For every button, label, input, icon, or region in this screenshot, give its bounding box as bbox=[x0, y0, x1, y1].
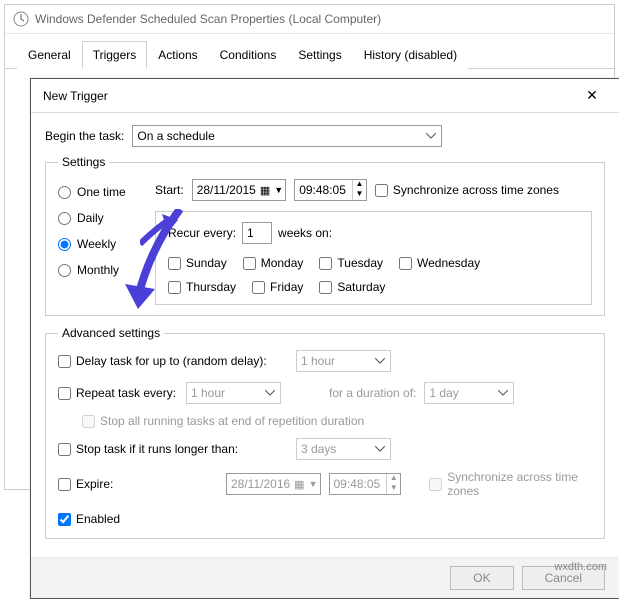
day-sunday[interactable]: Sunday bbox=[168, 256, 227, 270]
day-tuesday[interactable]: Tuesday bbox=[319, 256, 383, 270]
repeat-value-select[interactable]: 1 hour bbox=[186, 382, 281, 404]
tab-actions[interactable]: Actions bbox=[147, 41, 208, 69]
stop-all-checkbox[interactable]: Stop all running tasks at end of repetit… bbox=[82, 414, 364, 428]
advanced-legend: Advanced settings bbox=[58, 326, 164, 340]
begin-task-select[interactable]: On a schedule bbox=[132, 125, 442, 147]
start-time-picker[interactable]: 09:48:05 ▲▼ bbox=[294, 179, 367, 201]
calendar-icon: ▦ bbox=[294, 478, 304, 491]
expire-date-picker[interactable]: 28/11/2016 ▦ ▼ bbox=[226, 473, 321, 495]
day-monday[interactable]: Monday bbox=[243, 256, 304, 270]
tab-settings[interactable]: Settings bbox=[287, 41, 352, 69]
enabled-checkbox[interactable]: Enabled bbox=[58, 512, 218, 526]
settings-fieldset: Settings One time Daily Weekly Monthly S… bbox=[45, 155, 605, 316]
begin-task-label: Begin the task: bbox=[45, 129, 124, 143]
sync-timezones-checkbox[interactable]: Synchronize across time zones bbox=[375, 183, 559, 197]
close-icon[interactable]: ✕ bbox=[577, 87, 607, 104]
radio-one-time[interactable]: One time bbox=[58, 185, 143, 199]
clock-icon bbox=[13, 11, 29, 27]
new-trigger-dialog: New Trigger ✕ Begin the task: On a sched… bbox=[30, 78, 619, 599]
delay-value-select[interactable]: 1 hour bbox=[296, 350, 391, 372]
recur-suffix: weeks on: bbox=[278, 226, 332, 240]
time-spinner[interactable]: ▲▼ bbox=[352, 180, 366, 200]
duration-value-select[interactable]: 1 day bbox=[424, 382, 514, 404]
tab-general[interactable]: General bbox=[17, 41, 82, 69]
recur-box: Recur every: weeks on: Sunday Monday Tue… bbox=[155, 211, 592, 305]
duration-label: for a duration of: bbox=[329, 386, 416, 400]
repeat-checkbox[interactable]: Repeat task every: bbox=[58, 386, 178, 400]
chevron-down-icon: ▼ bbox=[309, 479, 318, 489]
time-spinner[interactable]: ▲▼ bbox=[386, 474, 400, 494]
expire-time-picker[interactable]: 09:48:05 ▲▼ bbox=[329, 473, 402, 495]
stop-if-checkbox[interactable]: Stop task if it runs longer than: bbox=[58, 442, 258, 456]
stop-if-value-select[interactable]: 3 days bbox=[296, 438, 391, 460]
day-thursday[interactable]: Thursday bbox=[168, 280, 236, 294]
window-title: Windows Defender Scheduled Scan Properti… bbox=[35, 12, 381, 26]
recur-value-input[interactable] bbox=[242, 222, 272, 244]
chevron-down-icon: ▼ bbox=[274, 185, 283, 195]
ok-button[interactable]: OK bbox=[450, 566, 513, 590]
start-date-picker[interactable]: 28/11/2015 ▦ ▼ bbox=[192, 179, 287, 201]
radio-daily[interactable]: Daily bbox=[58, 211, 143, 225]
advanced-fieldset: Advanced settings Delay task for up to (… bbox=[45, 326, 605, 539]
settings-legend: Settings bbox=[58, 155, 109, 169]
calendar-icon: ▦ bbox=[260, 184, 270, 197]
tab-row: General Triggers Actions Conditions Sett… bbox=[5, 34, 614, 69]
day-saturday[interactable]: Saturday bbox=[319, 280, 385, 294]
radio-monthly[interactable]: Monthly bbox=[58, 263, 143, 277]
expire-checkbox[interactable]: Expire: bbox=[58, 477, 218, 491]
radio-weekly[interactable]: Weekly bbox=[58, 237, 143, 251]
delay-checkbox[interactable]: Delay task for up to (random delay): bbox=[58, 354, 288, 368]
titlebar: Windows Defender Scheduled Scan Properti… bbox=[5, 5, 614, 34]
footer-credit: wxdth.com bbox=[554, 561, 607, 573]
tab-conditions[interactable]: Conditions bbox=[209, 41, 288, 69]
dialog-title: New Trigger bbox=[43, 89, 108, 103]
schedule-radio-group: One time Daily Weekly Monthly bbox=[58, 179, 143, 305]
recur-prefix: Recur every: bbox=[168, 226, 236, 240]
start-label: Start: bbox=[155, 183, 184, 197]
expire-sync-checkbox[interactable]: Synchronize across time zones bbox=[429, 470, 592, 498]
day-friday[interactable]: Friday bbox=[252, 280, 303, 294]
tab-history[interactable]: History (disabled) bbox=[353, 41, 468, 69]
day-wednesday[interactable]: Wednesday bbox=[399, 256, 480, 270]
dialog-button-row: OK Cancel bbox=[31, 557, 619, 598]
tab-triggers[interactable]: Triggers bbox=[82, 41, 148, 69]
